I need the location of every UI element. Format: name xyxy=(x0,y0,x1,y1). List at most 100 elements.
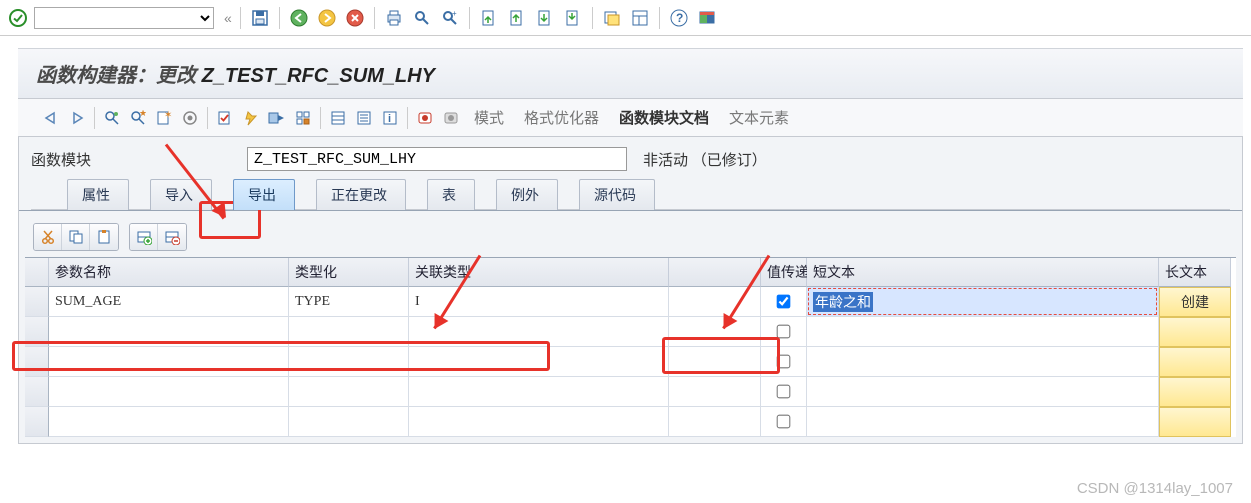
long-text-button[interactable] xyxy=(1159,377,1231,407)
first-page-icon[interactable] xyxy=(478,7,500,29)
cell-assoc[interactable] xyxy=(409,407,669,437)
row-selector[interactable] xyxy=(25,317,49,347)
col-typing[interactable]: 类型化 xyxy=(289,258,409,287)
object-list-icon[interactable] xyxy=(327,107,349,129)
cell-typing[interactable] xyxy=(289,347,409,377)
module-name-input[interactable] xyxy=(247,147,627,171)
tab-exceptions[interactable]: 例外 xyxy=(496,179,558,210)
cell-passval[interactable] xyxy=(761,407,807,437)
display-object-icon[interactable] xyxy=(101,107,123,129)
cell-assoc[interactable] xyxy=(409,347,669,377)
breakpoint-user-icon[interactable] xyxy=(440,107,462,129)
cell-spacer xyxy=(669,347,761,377)
save-icon[interactable] xyxy=(249,7,271,29)
cell-passval[interactable] xyxy=(761,287,807,317)
cell-param[interactable] xyxy=(49,317,289,347)
cell-passval[interactable] xyxy=(761,317,807,347)
cell-param[interactable] xyxy=(49,377,289,407)
cell-shorttext[interactable]: 年龄之和 xyxy=(807,287,1159,317)
cut-icon[interactable] xyxy=(34,224,62,250)
col-param[interactable]: 参数名称 xyxy=(49,258,289,287)
create-icon[interactable]: ✶ xyxy=(153,107,175,129)
where-used-icon[interactable] xyxy=(292,107,314,129)
next-page-icon[interactable] xyxy=(534,7,556,29)
layout-icon[interactable] xyxy=(629,7,651,29)
cell-typing[interactable] xyxy=(289,317,409,347)
cell-param[interactable]: SUM_AGE xyxy=(49,287,289,317)
nav-stack-icon[interactable] xyxy=(353,107,375,129)
module-doc-button[interactable]: 函数模块文档 xyxy=(611,105,717,130)
find-icon[interactable] xyxy=(411,7,433,29)
row-selector[interactable] xyxy=(25,287,49,317)
passval-checkbox[interactable] xyxy=(777,385,791,399)
tab-changing[interactable]: 正在更改 xyxy=(316,179,406,210)
cell-param[interactable] xyxy=(49,407,289,437)
cell-passval[interactable] xyxy=(761,347,807,377)
tab-export[interactable]: 导出 xyxy=(233,179,295,210)
cell-assoc[interactable] xyxy=(409,377,669,407)
command-field[interactable] xyxy=(34,7,214,29)
formatter-button[interactable]: 格式优化器 xyxy=(516,105,607,130)
prev-page-icon[interactable] xyxy=(506,7,528,29)
cell-shorttext[interactable] xyxy=(807,377,1159,407)
cell-typing[interactable] xyxy=(289,407,409,437)
col-long[interactable]: 长文本 xyxy=(1159,258,1231,287)
cell-assoc[interactable]: I xyxy=(409,287,669,317)
long-text-button[interactable]: 创建 xyxy=(1159,287,1231,317)
col-assoc[interactable]: 关联类型 xyxy=(409,258,669,287)
tab-import[interactable]: 导入 xyxy=(150,179,212,210)
row-selector[interactable] xyxy=(25,377,49,407)
customize-icon[interactable] xyxy=(696,7,718,29)
ok-icon[interactable] xyxy=(8,8,28,28)
info-icon[interactable]: i xyxy=(379,107,401,129)
long-text-button[interactable] xyxy=(1159,347,1231,377)
copy-icon[interactable] xyxy=(62,224,90,250)
new-session-icon[interactable] xyxy=(601,7,623,29)
long-text-button[interactable] xyxy=(1159,407,1231,437)
row-selector[interactable] xyxy=(25,347,49,377)
cancel-icon[interactable] xyxy=(344,7,366,29)
col-passval[interactable]: 值传递 xyxy=(761,258,807,287)
application-toolbar: ★ ✶ i 模式 格式优化器 函数模块文档 文本元素 xyxy=(18,99,1243,137)
nav-forward-icon[interactable] xyxy=(66,107,88,129)
back-icon[interactable] xyxy=(288,7,310,29)
cell-spacer xyxy=(669,287,761,317)
paste-icon[interactable] xyxy=(90,224,118,250)
activate-icon[interactable] xyxy=(179,107,201,129)
exit-icon[interactable] xyxy=(316,7,338,29)
passval-checkbox[interactable] xyxy=(777,355,791,369)
cell-shorttext[interactable] xyxy=(807,407,1159,437)
insert-row-icon[interactable] xyxy=(130,224,158,250)
cell-shorttext[interactable] xyxy=(807,317,1159,347)
tab-tables[interactable]: 表 xyxy=(427,179,475,210)
cell-typing[interactable] xyxy=(289,377,409,407)
long-text-button[interactable] xyxy=(1159,317,1231,347)
find-next-icon[interactable]: + xyxy=(439,7,461,29)
other-object-icon[interactable]: ★ xyxy=(127,107,149,129)
execute-icon[interactable] xyxy=(266,107,288,129)
nav-back-icon[interactable] xyxy=(40,107,62,129)
row-selector[interactable] xyxy=(25,407,49,437)
help-icon[interactable]: ? xyxy=(668,7,690,29)
check-icon[interactable] xyxy=(214,107,236,129)
last-page-icon[interactable] xyxy=(562,7,584,29)
tab-source[interactable]: 源代码 xyxy=(579,179,655,210)
cell-typing[interactable]: TYPE xyxy=(289,287,409,317)
text-elements-button[interactable]: 文本元素 xyxy=(721,105,797,130)
activate2-icon[interactable] xyxy=(240,107,262,129)
passval-checkbox[interactable] xyxy=(777,415,791,429)
tab-attributes[interactable]: 属性 xyxy=(67,179,129,210)
passval-checkbox[interactable] xyxy=(777,295,791,309)
cell-assoc[interactable] xyxy=(409,317,669,347)
delete-row-icon[interactable] xyxy=(158,224,186,250)
cell-passval[interactable] xyxy=(761,377,807,407)
passval-checkbox[interactable] xyxy=(777,325,791,339)
table-row xyxy=(25,347,1236,377)
chevron-left-icon[interactable]: « xyxy=(220,10,232,26)
col-short[interactable]: 短文本 xyxy=(807,258,1159,287)
breakpoint-icon[interactable] xyxy=(414,107,436,129)
print-icon[interactable] xyxy=(383,7,405,29)
cell-shorttext[interactable] xyxy=(807,347,1159,377)
cell-param[interactable] xyxy=(49,347,289,377)
mode-button[interactable]: 模式 xyxy=(466,105,512,130)
